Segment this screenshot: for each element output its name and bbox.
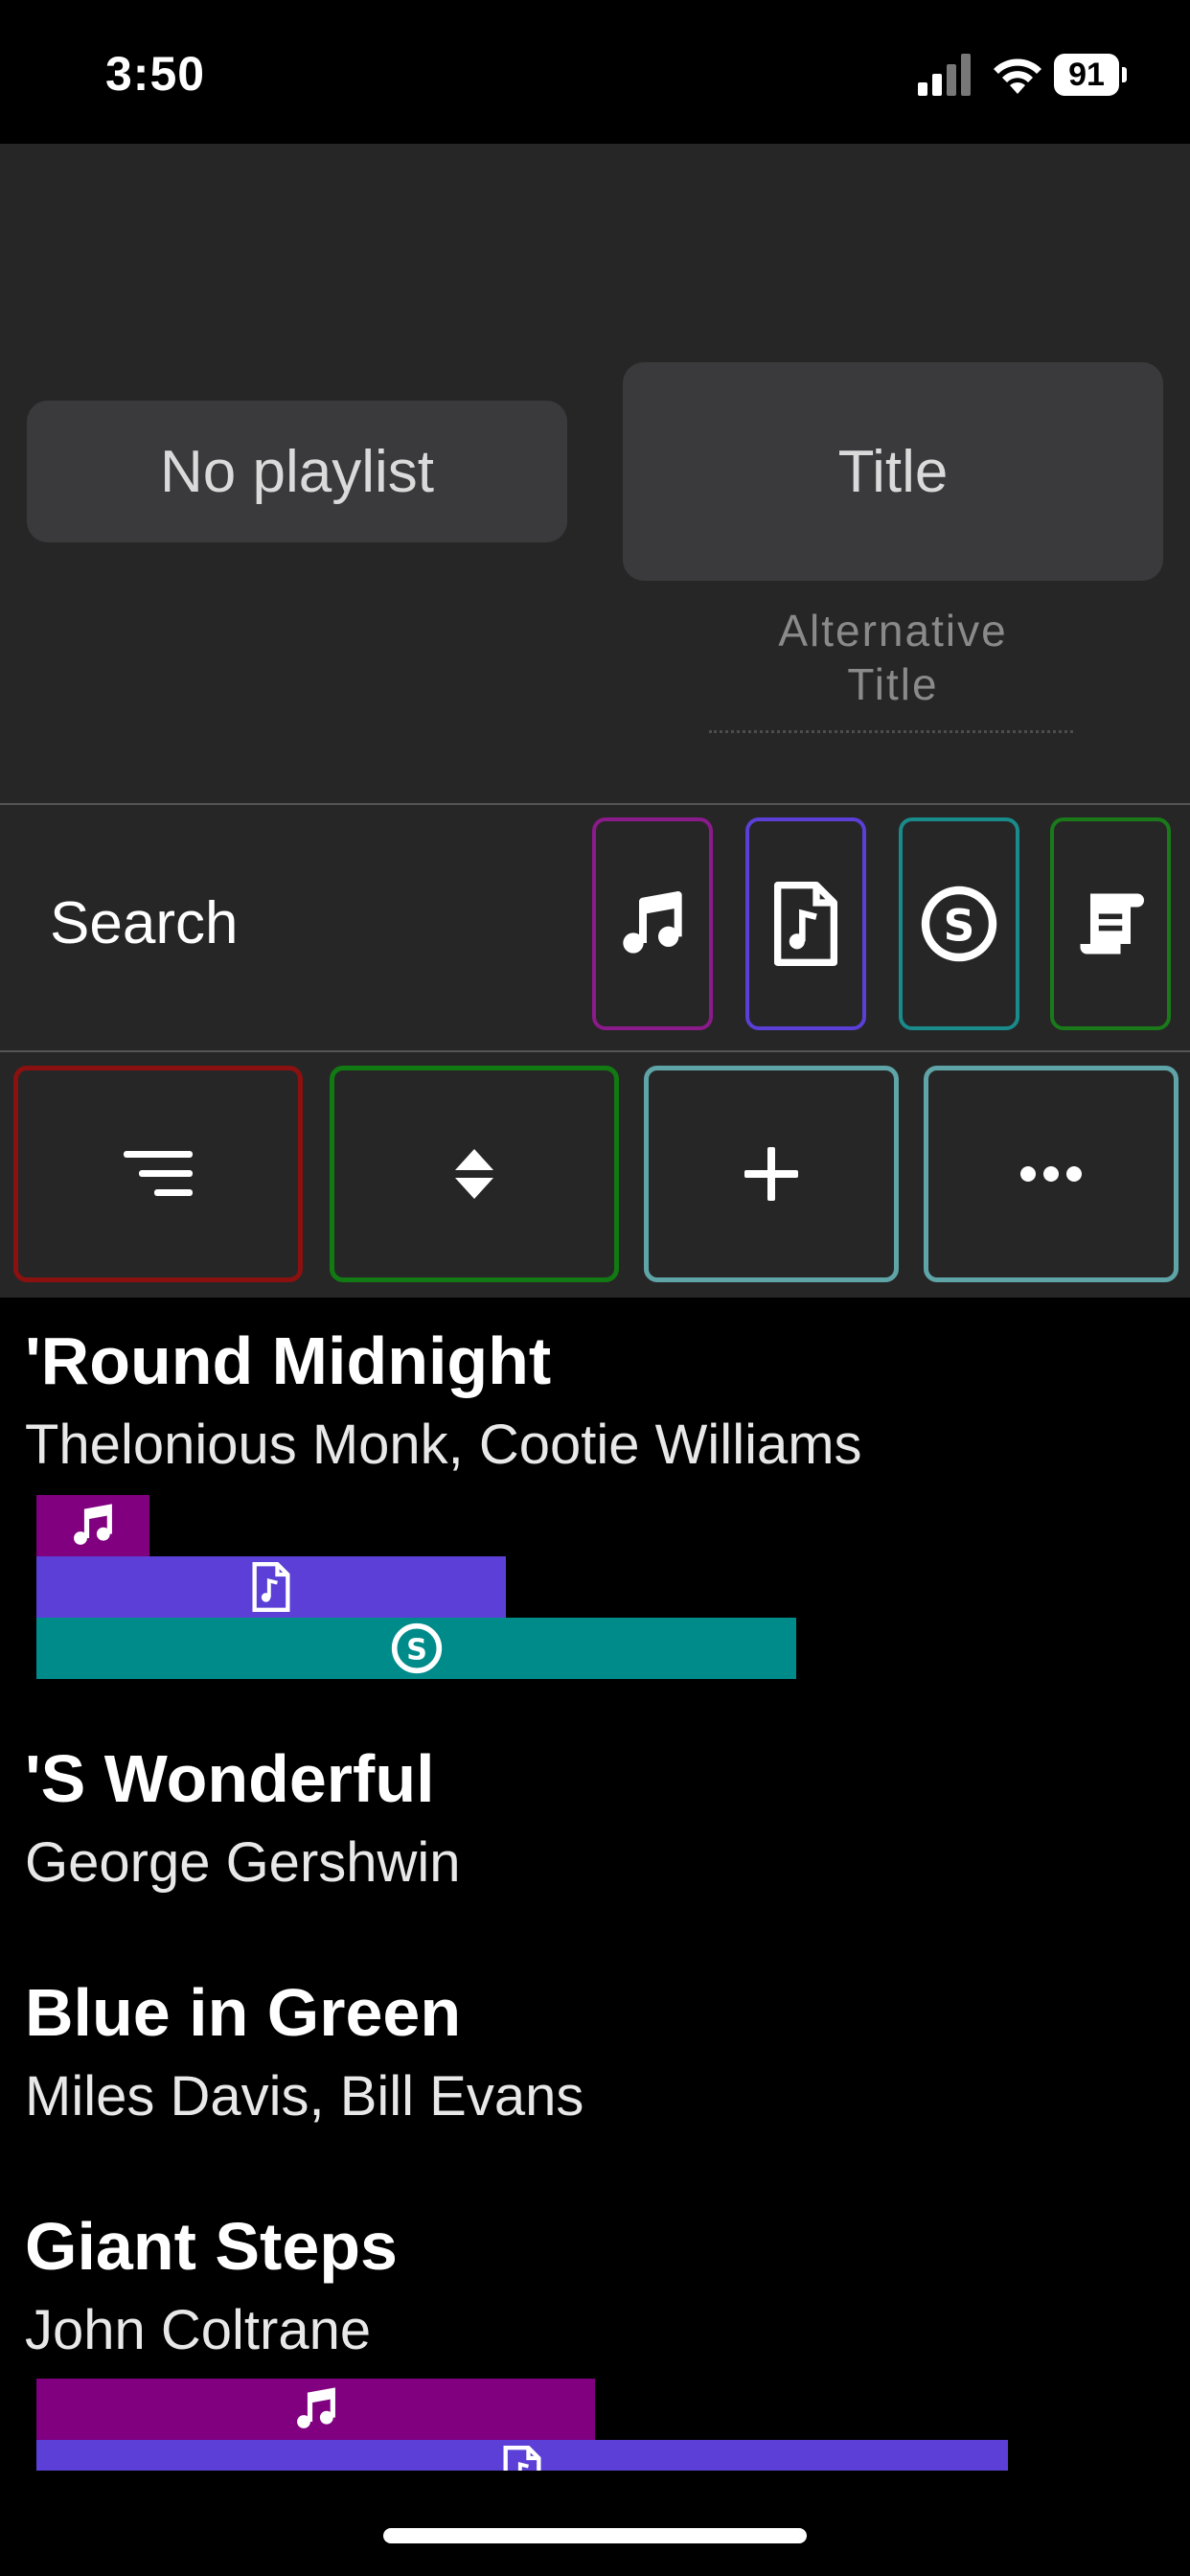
- file-bar: [36, 2440, 1008, 2471]
- song-title: 'Round Midnight: [25, 1323, 552, 1398]
- file-music-icon: [252, 1562, 290, 1612]
- svg-text:S: S: [406, 1634, 427, 1668]
- more-button[interactable]: [924, 1066, 1179, 1282]
- filter-scroll-button[interactable]: [1050, 817, 1171, 1030]
- sort-updown-icon: [455, 1149, 493, 1199]
- svg-text:S: S: [944, 901, 975, 952]
- alt-title-line-2: Title: [847, 659, 939, 709]
- file-bar: [36, 1556, 506, 1618]
- wifi-icon: [994, 58, 1041, 94]
- alt-title-line-1: Alternative: [778, 606, 1008, 656]
- file-music-icon: [774, 882, 837, 966]
- playlist-button[interactable]: No playlist: [27, 401, 567, 542]
- filter-music-button[interactable]: [592, 817, 713, 1030]
- search-field[interactable]: Search: [50, 889, 238, 957]
- music-bar: [36, 2379, 595, 2440]
- song-artist: John Coltrane: [25, 2299, 372, 2361]
- sort-title-option[interactable]: Title: [623, 362, 1163, 581]
- file-music-icon: [503, 2446, 541, 2471]
- song-title: Blue in Green: [25, 1975, 462, 2050]
- sort-lines-icon: [124, 1151, 193, 1196]
- add-button[interactable]: [644, 1066, 899, 1282]
- music-note-icon: [74, 1504, 112, 1545]
- filter-file-button[interactable]: [745, 817, 866, 1030]
- s-bar: S: [36, 1618, 796, 1679]
- plus-icon: [744, 1147, 798, 1201]
- song-artist: George Gershwin: [25, 1831, 461, 1894]
- sort-direction-button[interactable]: [330, 1066, 619, 1282]
- battery-nub: [1122, 67, 1127, 82]
- cellular-signal-icon: [918, 54, 971, 96]
- spotify-s-icon: S: [921, 886, 997, 962]
- music-note-icon: [623, 891, 682, 954]
- spotify-s-icon: S: [391, 1622, 442, 1674]
- picker-fade-row: [709, 730, 1073, 747]
- song-artist: Miles Davis, Bill Evans: [25, 2065, 584, 2128]
- status-time: 3:50: [105, 47, 206, 101]
- song-title: Giant Steps: [25, 2209, 398, 2284]
- filter-s-button[interactable]: S: [899, 817, 1019, 1030]
- more-icon: [1020, 1166, 1082, 1182]
- sort-alternative-title-option[interactable]: Alternative Title: [623, 604, 1163, 711]
- song-title: 'S Wonderful: [25, 1741, 435, 1816]
- music-bar: [36, 1495, 149, 1556]
- scroll-icon: [1080, 893, 1144, 954]
- music-note-icon: [296, 2387, 335, 2428]
- sort-order-button[interactable]: [13, 1066, 303, 1282]
- home-indicator[interactable]: [383, 2528, 807, 2543]
- song-artist: Thelonious Monk, Cootie Williams: [25, 1414, 862, 1476]
- battery-level: 91: [1054, 54, 1119, 96]
- battery-indicator: 91: [1054, 54, 1131, 96]
